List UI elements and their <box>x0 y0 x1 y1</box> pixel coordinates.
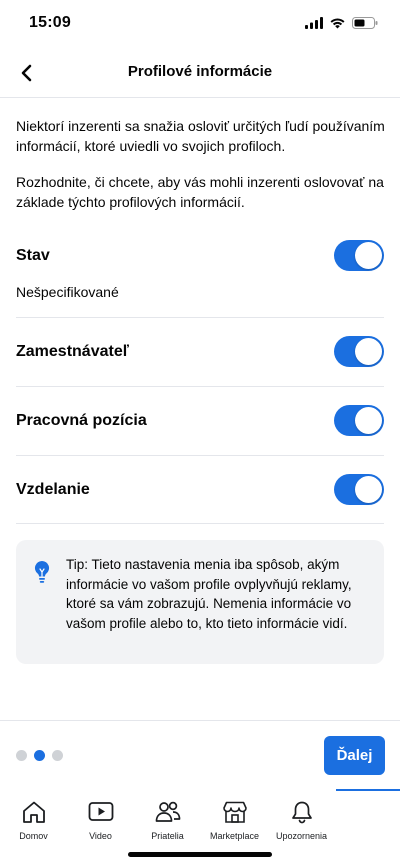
tab-bar: Domov Video Priatelia Marketplace Upozor… <box>0 791 400 847</box>
tip-box: Tip: Tieto nastavenia menia iba spôsob, … <box>16 540 384 664</box>
tab-label: Priatelia <box>151 831 184 841</box>
video-icon <box>88 802 113 821</box>
setting-row-vzdelanie: Vzdelanie <box>16 472 384 508</box>
stav-toggle[interactable] <box>334 240 384 271</box>
divider <box>0 720 400 721</box>
setting-label: Vzdelanie <box>16 481 90 498</box>
toggle-knob <box>355 407 382 434</box>
zamestnavatel-toggle[interactable] <box>334 336 384 367</box>
toggle-knob <box>355 338 382 365</box>
pagination-dot-active <box>34 750 45 761</box>
divider <box>16 386 384 387</box>
setting-label: Zamestnávateľ <box>16 343 129 360</box>
setting-row-pracovna-pozicia: Pracovná pozícia <box>16 403 384 439</box>
marketplace-icon <box>222 801 247 823</box>
cellular-signal-icon <box>305 17 323 29</box>
lightbulb-icon <box>34 560 50 583</box>
pagination-dots <box>16 750 63 761</box>
tab-domov[interactable]: Domov <box>0 791 67 847</box>
friends-icon <box>155 801 180 822</box>
status-bar: 15:09 <box>0 0 400 46</box>
tab-label: Marketplace <box>209 831 260 841</box>
tab-marketplace[interactable]: Marketplace <box>201 791 268 847</box>
toggle-knob <box>355 242 382 269</box>
home-indicator <box>128 852 272 857</box>
intro-paragraph-2: Rozhodnite, či chcete, aby vás mohli inz… <box>16 174 384 210</box>
intro-paragraph-1: Niektorí inzerenti sa snažia osloviť urč… <box>16 118 385 154</box>
bell-icon <box>291 801 312 824</box>
divider <box>16 317 384 318</box>
intro-text: Niektorí inzerenti sa snažia osloviť urč… <box>16 116 386 212</box>
tab-video[interactable]: Video <box>67 791 134 847</box>
pagination-dot <box>16 750 27 761</box>
status-icons <box>305 17 378 29</box>
setting-label: Pracovná pozícia <box>16 412 147 429</box>
wifi-icon <box>330 18 345 29</box>
tab-upozornenia[interactable]: Upozornenia <box>268 791 335 847</box>
tip-text: Tip: Tieto nastavenia menia iba spôsob, … <box>66 557 352 631</box>
divider <box>16 523 384 524</box>
setting-row-stav: Stav <box>16 238 384 274</box>
setting-row-zamestnavatel: Zamestnávateľ <box>16 334 384 370</box>
page-title: Profilové informácie <box>127 63 273 80</box>
toggle-knob <box>355 476 382 503</box>
home-icon <box>22 801 45 823</box>
next-button[interactable]: Ďalej <box>324 736 385 775</box>
pagination-dot <box>52 750 63 761</box>
pracovna-pozicia-toggle[interactable] <box>334 405 384 436</box>
status-time: 15:09 <box>29 14 71 31</box>
tab-label: Upozornenia <box>275 831 328 841</box>
header: Profilové informácie <box>0 46 400 98</box>
vzdelanie-toggle[interactable] <box>334 474 384 505</box>
battery-icon <box>352 17 378 29</box>
tab-label: Video <box>89 831 112 841</box>
stav-value: Nešpecifikované <box>16 284 119 300</box>
tab-priatelia[interactable]: Priatelia <box>134 791 201 847</box>
tab-label: Domov <box>19 831 48 841</box>
setting-label: Stav <box>16 247 50 264</box>
divider <box>16 455 384 456</box>
